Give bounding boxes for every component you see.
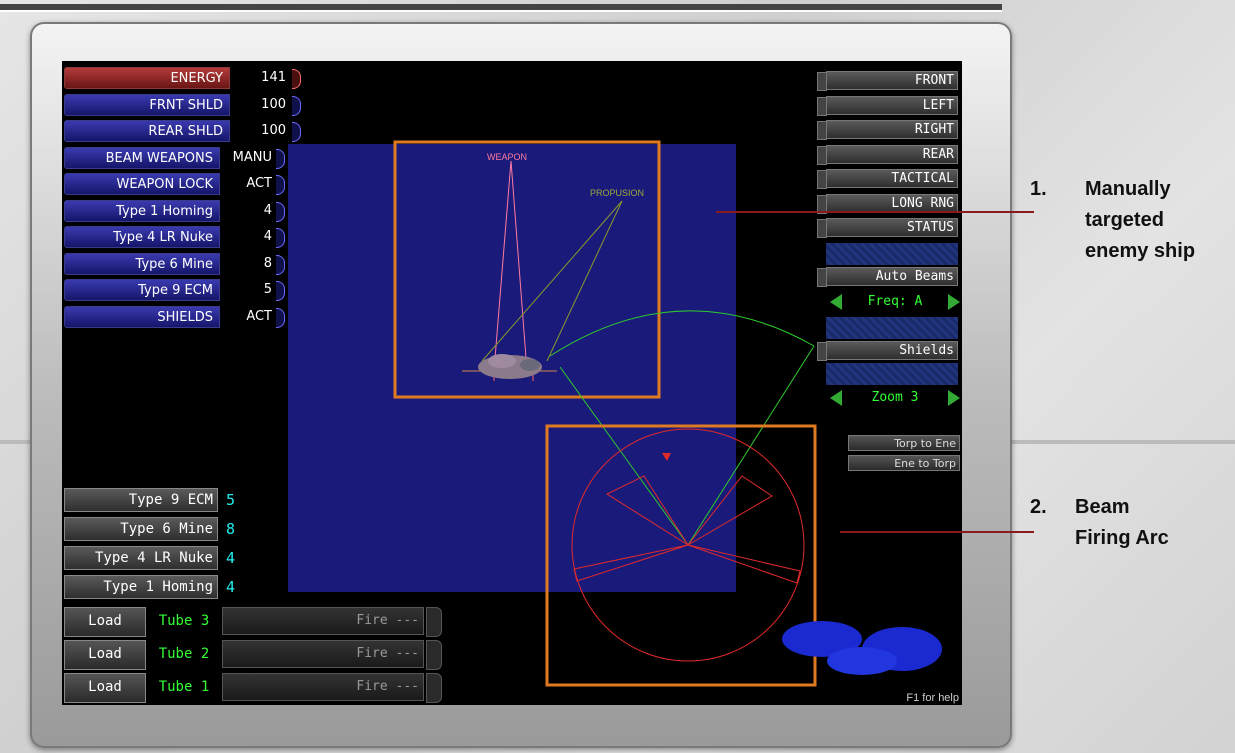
propulsion-label: PROPUSION bbox=[590, 188, 644, 198]
game-screen: ENERGY 141 FRNT SHLD 100 REAR SHLD 100 BEAM WE… bbox=[62, 61, 962, 705]
annotation-2-number: 2. bbox=[1030, 496, 1047, 518]
annotation-1-line bbox=[716, 211, 1034, 213]
top-decor-strip bbox=[0, 4, 1002, 12]
annotation-1-text: Manually targeted enemy ship bbox=[1085, 178, 1196, 262]
help-text: F1 for help bbox=[906, 692, 959, 704]
annotation-2-line bbox=[840, 531, 1034, 533]
enemy-ship-icon[interactable] bbox=[478, 354, 542, 379]
sensor-arc bbox=[549, 310, 815, 357]
annotation-1-number: 1. bbox=[1030, 178, 1047, 200]
player-ship-icon bbox=[662, 453, 671, 461]
annotation-2-text: Beam Firing Arc bbox=[1075, 496, 1169, 549]
weapon-label: WEAPON bbox=[487, 152, 527, 162]
player-ship-model-icon bbox=[782, 621, 942, 675]
beam-arc-box[interactable] bbox=[545, 424, 817, 687]
tactical-overlay: WEAPON PROPUSION F1 for help bbox=[393, 140, 959, 704]
beam-arc-front bbox=[605, 475, 689, 546]
weapon-line bbox=[493, 160, 512, 372]
